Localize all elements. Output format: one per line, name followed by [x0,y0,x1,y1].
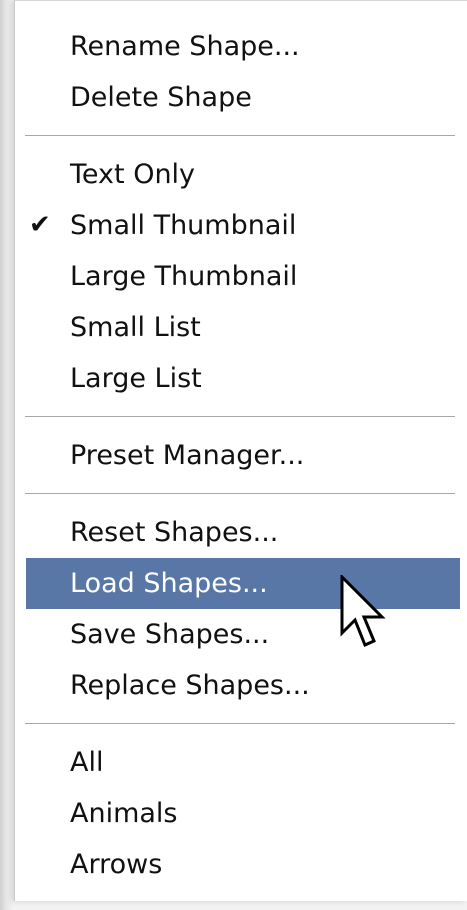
menu-item-label: Arrows [70,849,163,880]
checkmark-icon: ✔ [29,210,51,240]
menu-item-load-shapes[interactable]: Load Shapes... [26,558,460,609]
menu-item-rename-shape[interactable]: Rename Shape... [15,21,467,72]
menu-item-save-shapes[interactable]: Save Shapes... [15,609,467,660]
menu-item-small-list[interactable]: Small List [15,302,467,353]
menu-item-replace-shapes[interactable]: Replace Shapes... [15,660,467,711]
menu-item-all[interactable]: All [15,737,467,788]
context-menu: Rename Shape... Delete Shape Text Only ✔… [14,0,467,901]
menu-item-label: Large List [70,363,202,394]
menu-item-large-list[interactable]: Large List [15,353,467,404]
menu-item-arrows[interactable]: Arrows [15,839,467,890]
menu-item-label: Large Thumbnail [70,261,298,292]
menu-separator [15,711,467,737]
menu-item-label: Delete Shape [70,82,252,113]
menu-item-animals[interactable]: Animals [15,788,467,839]
menu-item-preset-manager[interactable]: Preset Manager... [15,430,467,481]
menu-item-delete-shape[interactable]: Delete Shape [15,72,467,123]
menu-item-label: Animals [70,798,178,829]
menu-item-label: Small List [70,312,201,343]
menu-separator [15,404,467,430]
menu-item-label: Reset Shapes... [70,517,279,548]
menu-item-small-thumbnail[interactable]: ✔ Small Thumbnail [15,200,467,251]
menu-separator [15,481,467,507]
menu-item-large-thumbnail[interactable]: Large Thumbnail [15,251,467,302]
menu-item-reset-shapes[interactable]: Reset Shapes... [15,507,467,558]
menu-item-label: Rename Shape... [70,31,300,62]
menu-item-label: Small Thumbnail [70,210,297,241]
arrow-cursor-icon [340,575,386,648]
menu-item-label: Load Shapes... [70,568,268,599]
menu-separator [15,123,467,149]
menu-item-text-only[interactable]: Text Only [15,149,467,200]
menu-item-label: Preset Manager... [70,440,305,471]
menu-item-label: Text Only [70,159,196,190]
menu-item-label: Save Shapes... [70,619,270,650]
menu-item-label: Replace Shapes... [70,670,310,701]
menu-item-label: All [70,747,104,778]
